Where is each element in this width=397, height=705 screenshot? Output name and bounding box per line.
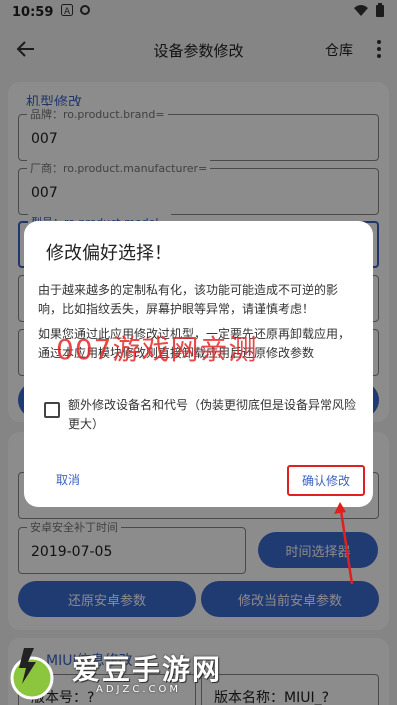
confirm-modify-button[interactable]: 确认修改 <box>287 465 365 496</box>
dialog-title: 修改偏好选择！ <box>46 243 172 264</box>
site-logo: 爱豆手游网 ADJZC.COM <box>4 640 264 705</box>
dialog-warning-text: 由于越来越多的定制私有化，该功能可能造成不可逆的影响，比如指纹丢失，屏幕护眼等异… <box>38 283 339 316</box>
cancel-button[interactable]: 取消 <box>56 471 80 488</box>
logo-text: 爱豆手游网 <box>72 653 223 686</box>
extra-modify-checkbox-label[interactable]: 额外修改设备名和代号（伪装更彻底但是设备异常风险更大） <box>68 396 358 434</box>
logo-subtext: ADJZC.COM <box>96 684 181 695</box>
extra-modify-checkbox[interactable] <box>44 402 60 418</box>
watermark-text: 007游戏网亲测 <box>56 333 258 366</box>
logo-emblem-icon <box>10 648 54 700</box>
annotation-arrow-icon <box>330 500 360 590</box>
